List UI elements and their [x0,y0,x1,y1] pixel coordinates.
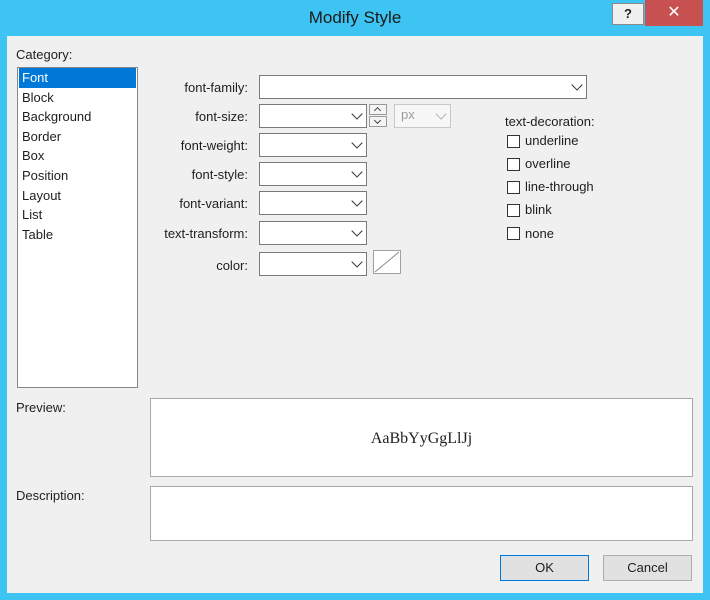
chevron-down-icon [351,225,363,237]
chevron-down-icon [373,116,382,125]
font-size-spin-up[interactable] [369,104,387,115]
dialog-body: Category: Font Block Background Border B… [7,36,703,593]
category-item-list[interactable]: List [19,205,136,225]
text-transform-label: text-transform: [164,226,248,241]
description-label: Description: [16,488,85,503]
color-select[interactable] [259,252,367,276]
none-checkbox[interactable] [507,227,520,240]
font-size-unit-select[interactable]: px [394,104,451,128]
underline-label: underline [525,133,579,148]
font-weight-label: font-weight: [180,138,248,153]
chevron-down-icon [351,195,363,207]
category-item-table[interactable]: Table [19,225,136,245]
chevron-down-icon [351,166,363,178]
window-title: Modify Style [308,8,402,27]
category-label: Category: [16,47,73,62]
font-size-label: font-size: [195,109,248,124]
preview-label: Preview: [16,400,66,415]
cancel-button[interactable]: Cancel [603,555,692,581]
line-through-checkbox[interactable] [507,181,520,194]
font-size-spin-down[interactable] [369,116,387,127]
font-style-select[interactable] [259,162,367,186]
font-family-label: font-family: [184,80,248,95]
category-item-layout[interactable]: Layout [19,186,136,206]
font-variant-label: font-variant: [179,196,248,211]
preview-box: AaBbYyGgLlJj [150,398,693,477]
font-style-label: font-style: [191,167,248,182]
font-weight-select[interactable] [259,133,367,157]
ok-button[interactable]: OK [500,555,589,581]
category-item-box[interactable]: Box [19,146,136,166]
chevron-down-icon [351,256,363,268]
category-item-block[interactable]: Block [19,88,136,108]
close-button[interactable]: ✕ [645,0,703,26]
underline-checkbox[interactable] [507,135,520,148]
help-button[interactable]: ? [612,3,644,25]
color-picker-swatch[interactable] [373,250,401,274]
font-family-select[interactable] [259,75,587,99]
no-color-icon [374,251,400,273]
modify-style-dialog: Modify Style ? ✕ Category: Font Block Ba… [0,0,710,600]
overline-label: overline [525,156,571,171]
category-item-position[interactable]: Position [19,166,136,186]
none-label: none [525,226,554,241]
blink-checkbox[interactable] [507,204,520,217]
chevron-up-icon [373,106,382,115]
text-decoration-label: text-decoration: [505,114,595,129]
font-size-unit-value: px [401,107,415,122]
overline-checkbox[interactable] [507,158,520,171]
chevron-down-icon [571,79,583,91]
line-through-label: line-through [525,179,594,194]
category-item-background[interactable]: Background [19,107,136,127]
chevron-down-icon [351,108,363,120]
chevron-down-icon [351,137,363,149]
title-bar[interactable]: Modify Style ? ✕ [0,0,710,36]
color-label: color: [216,258,248,273]
font-size-select[interactable] [259,104,367,128]
chevron-down-icon [435,108,447,120]
blink-label: blink [525,202,552,217]
preview-sample: AaBbYyGgLlJj [370,430,473,447]
text-transform-select[interactable] [259,221,367,245]
category-list[interactable]: Font Block Background Border Box Positio… [17,67,138,388]
category-item-border[interactable]: Border [19,127,136,147]
font-variant-select[interactable] [259,191,367,215]
category-item-font[interactable]: Font [19,68,136,88]
description-box [150,486,693,541]
